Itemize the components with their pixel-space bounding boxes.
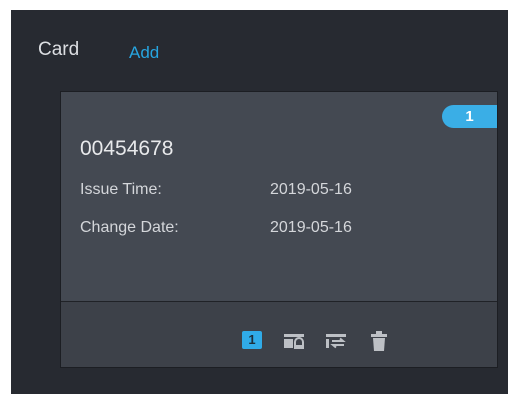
card-loss-icon[interactable]	[283, 330, 305, 352]
card-actions-bar: 1	[61, 302, 497, 367]
issue-time-label: Issue Time:	[80, 181, 162, 198]
issue-time-value: 2019-05-16	[270, 181, 352, 198]
change-date-value: 2019-05-16	[270, 219, 352, 236]
delete-icon[interactable]	[368, 330, 390, 352]
card-index-badge: 1	[442, 105, 497, 128]
section-title: Card	[38, 39, 80, 60]
primary-card-icon[interactable]: 1	[242, 331, 262, 349]
change-date-label: Change Date:	[80, 219, 179, 236]
card-item[interactable]: 1 00454678 Issue Time: 2019-05-16 Change…	[60, 91, 498, 368]
card-panel: Card Add 1 00454678 Issue Time: 2019-05-…	[11, 10, 508, 394]
add-card-link[interactable]: Add	[129, 42, 159, 64]
card-number: 00454678	[80, 137, 174, 160]
card-replace-icon[interactable]	[325, 330, 347, 352]
